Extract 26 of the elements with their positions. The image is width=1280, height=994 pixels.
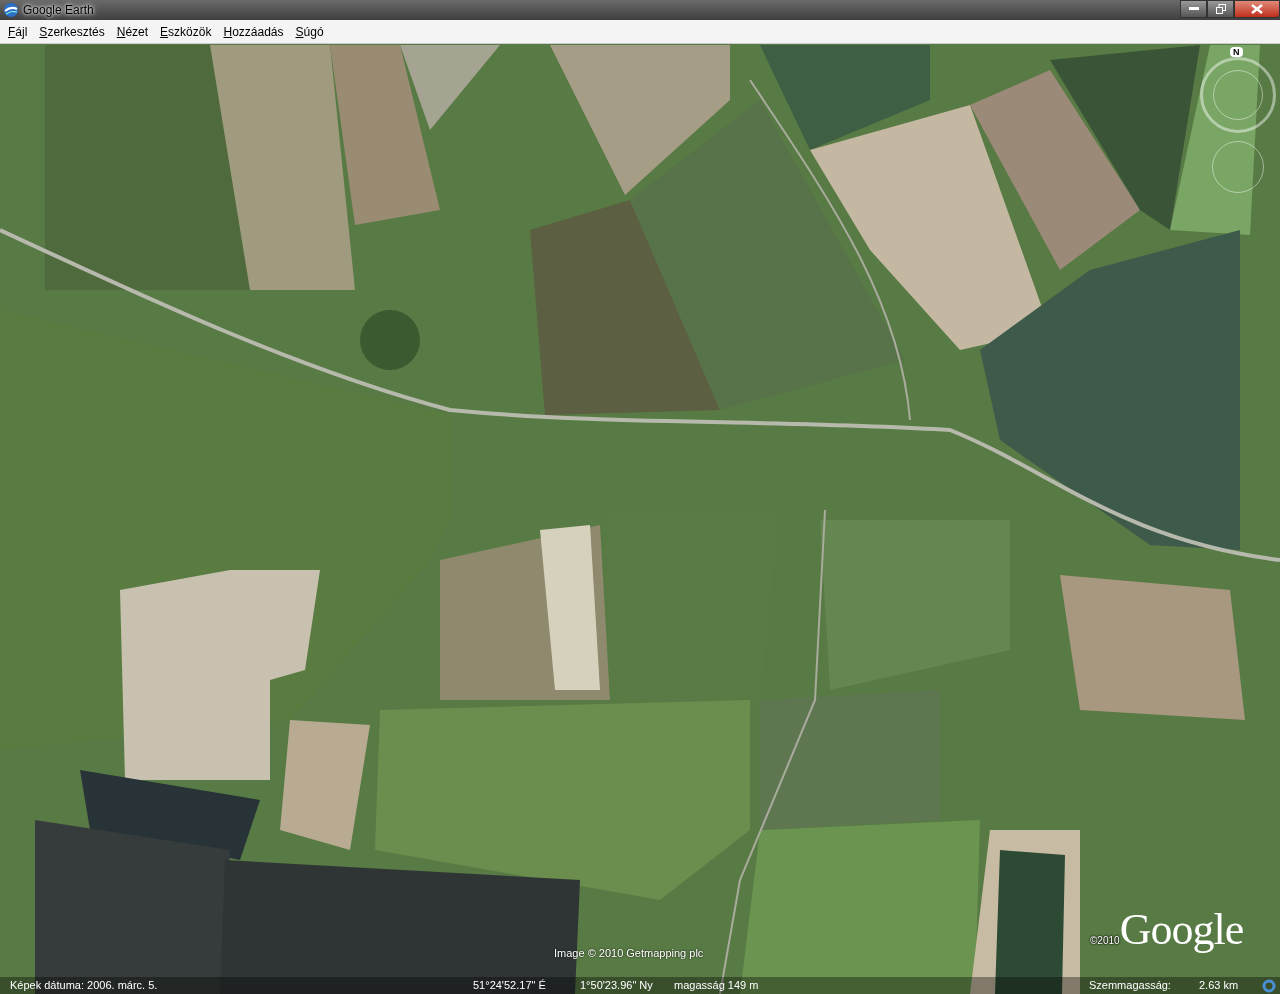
menu-item[interactable]: Nézet — [110, 24, 155, 39]
copyright-year: ©2010 — [1090, 935, 1120, 946]
globe-icon — [3, 2, 19, 18]
imagery-date: Képek dátuma: 2006. márc. 5. — [10, 979, 158, 991]
minimize-button[interactable] — [1180, 0, 1207, 18]
longitude-readout: 1°50'23.96" Ny — [580, 979, 653, 991]
restore-icon — [1215, 4, 1226, 14]
minimize-icon — [1188, 7, 1199, 11]
eye-altitude-readout: 2.63 km — [1199, 979, 1239, 991]
image-credit: Image © 2010 Getmapping plc — [554, 947, 704, 959]
compass-north-label: N — [1230, 47, 1243, 57]
eye-altitude-label: Szemmagasság: — [1089, 979, 1171, 991]
close-icon — [1251, 4, 1263, 14]
menu-item[interactable]: Súgó — [289, 24, 330, 39]
elevation-readout: magasság 149 m — [674, 979, 759, 991]
streaming-indicator-icon — [1262, 979, 1276, 993]
latitude-readout: 51°24'52.17" É — [473, 979, 546, 991]
menu-item[interactable]: Fájl — [2, 24, 34, 39]
menu-item[interactable]: Szerkesztés — [33, 24, 111, 39]
window-title: Google Earth — [23, 3, 94, 17]
close-button[interactable] — [1234, 0, 1280, 18]
compass-ring[interactable] — [1200, 57, 1276, 133]
menu-item[interactable]: Eszközök — [154, 24, 218, 39]
restore-button[interactable] — [1207, 0, 1234, 18]
menu-item[interactable]: Hozzáadás — [217, 24, 290, 39]
logo-text: Google — [1119, 904, 1244, 955]
